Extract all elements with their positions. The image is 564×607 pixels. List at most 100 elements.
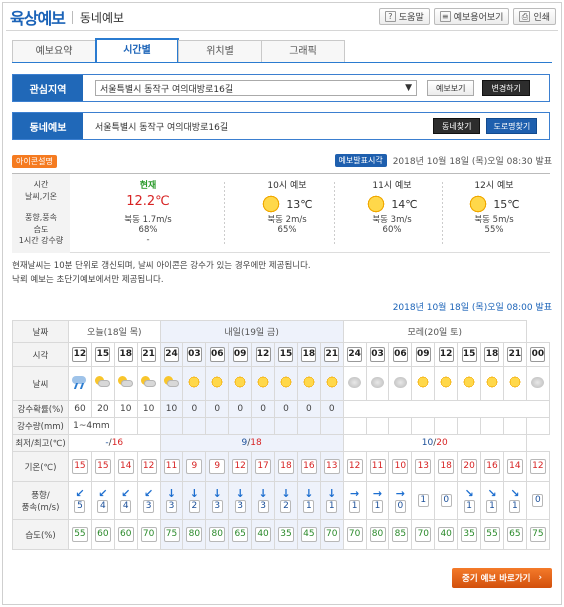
rain-icon [72,375,87,389]
rain-amount-empty [319,417,344,435]
hour-cell: 18 [480,342,504,367]
rain-amount-empty [388,417,413,435]
hour-label: 06 [392,347,408,362]
hour-label: 06 [209,347,225,362]
wind-speed: 5 [74,500,86,513]
day-header: 내일(19일 금) [159,320,344,343]
interest-area-select[interactable]: 서울특별시 동작구 여의대방로16길 ▼ [95,80,417,96]
wind-arrow-icon: ↘ [487,487,497,500]
temp-cell: 11 [365,451,390,482]
wind-speed: 1 [303,500,315,513]
forecast-wind: 북동 3m/s [372,215,412,225]
humidity-value: 35 [461,527,478,542]
temp-cell: 9 [205,451,230,482]
humidity-value: 70 [415,527,432,542]
pop-cell: 20 [90,400,115,418]
wind-speed: 4 [120,500,132,513]
view-forecast-button[interactable]: 예보보기 [427,80,475,96]
header-divider [6,30,558,31]
wind-arrow-icon: ↘ [510,487,520,500]
print-button-label: 인쇄 [533,13,550,23]
help-button[interactable]: ? 도움말 [378,8,430,25]
glossary-button[interactable]: ≡ 예보용어보기 [433,8,510,25]
wind-cell: 0 [525,481,551,520]
print-button[interactable]: ⎙ 인쇄 [513,8,556,25]
grid-issue-time: 2018년 10월 18일 (목)오일 08:00 발표 [392,303,552,313]
weather-cell [251,366,276,401]
humidity-value: 35 [277,527,294,542]
weather-cell [342,366,367,401]
hour-label: 03 [186,347,202,362]
partly-cloudy-icon [95,376,111,388]
hour-label: 12 [255,347,271,362]
road-name-search-button[interactable]: 도로명찾기 [486,118,538,134]
temp-cell: 14 [502,451,527,482]
wind-cell: 1 [411,481,436,520]
mid-term-forecast-button[interactable]: 중기 예보 바로가기 › [452,568,552,588]
hour-cell: 03 [182,342,207,367]
partly-cloudy-icon [164,376,179,388]
humidity-cell: 65 [502,519,527,550]
hour-label: 21 [324,347,340,362]
wind-arrow-icon: ↘ [464,487,474,500]
wind-speed: 0 [440,494,452,507]
weather-cell [319,366,344,401]
now-rain: - [146,235,150,245]
rain-amount-empty [228,417,253,435]
rain-amount-empty [365,417,390,435]
weather-cell [502,366,527,401]
interest-area-value: 서울특별시 동작구 여의대방로16길 [100,84,234,95]
interest-area-label: 관심지역 [13,75,83,101]
pop-cell: 0 [296,400,321,418]
hour-label: 00 [530,347,546,362]
humidity-value: 65 [506,527,523,542]
sun-icon [468,194,489,214]
temp-cell: 12 [228,451,253,482]
rain-amount-empty [342,417,367,435]
wind-speed: 3 [211,500,223,513]
temp-value: 9 [209,459,226,474]
wind-cell: ↘ 1 [502,481,527,520]
humidity-value: 70 [140,527,157,542]
max-temp: 16 [111,438,124,448]
town-forecast-bar: 동네예보 서울특별시 동작구 여의대방로16길 동네찾기 도로명찾기 [12,112,550,140]
temp-value: 18 [438,459,455,474]
temp-value: 9 [186,459,203,474]
current-now: 현재 12.2℃ 북동 1.7m/s 68% - [74,174,222,245]
humidity-cell: 80 [205,519,230,550]
tab-summary[interactable]: 예보요약 [12,40,96,62]
tab-hourly[interactable]: 시간별 [95,38,179,62]
weather-cell [457,366,482,401]
tab-graphic[interactable]: 그래픽 [261,40,345,62]
arrow-right-icon: › [538,573,542,583]
temp-value: 20 [461,459,478,474]
temp-value: 16 [483,459,500,474]
pop-cell: 60 [68,400,92,418]
weather-cell [411,366,436,401]
change-area-button[interactable]: 변경하기 [482,80,530,96]
row-label: 날짜 [12,320,69,343]
forecast-header: 10시 예보 [267,181,307,191]
note-update: 현재날씨는 10분 단위로 갱신되며, 날씨 아이콘은 강수가 있는 경우에만 … [12,261,311,271]
temp-value: 13 [415,459,432,474]
hour-cell: 00 [525,342,551,367]
tab-location[interactable]: 위치별 [178,40,262,62]
cloudy-icon [371,376,385,388]
humidity-value: 80 [369,527,386,542]
temp-value: 17 [255,459,272,474]
wind-cell: ↓ 3 [205,481,230,520]
rain-amount-empty [274,417,298,435]
humidity-cell: 35 [457,519,482,550]
icon-description-link[interactable]: 아이콘설명 [12,155,57,168]
humidity-cell: 70 [319,519,344,550]
find-town-button[interactable]: 동네찾기 [433,118,481,134]
temp-value: 11 [369,459,386,474]
dropdown-arrow-icon: ▼ [405,83,412,93]
hour-label: 12 [438,347,454,362]
weather-cell [296,366,321,401]
weather-cell [388,366,413,401]
grid-row: 습도(%) 55 60 60 70 75 80 80 65 40 35 45 70 70 80 85 70 40 3… [12,519,551,550]
day-label: 모레(20일 토) [407,328,462,338]
now-humidity: 68% [138,225,158,235]
weather-cell [205,366,230,401]
